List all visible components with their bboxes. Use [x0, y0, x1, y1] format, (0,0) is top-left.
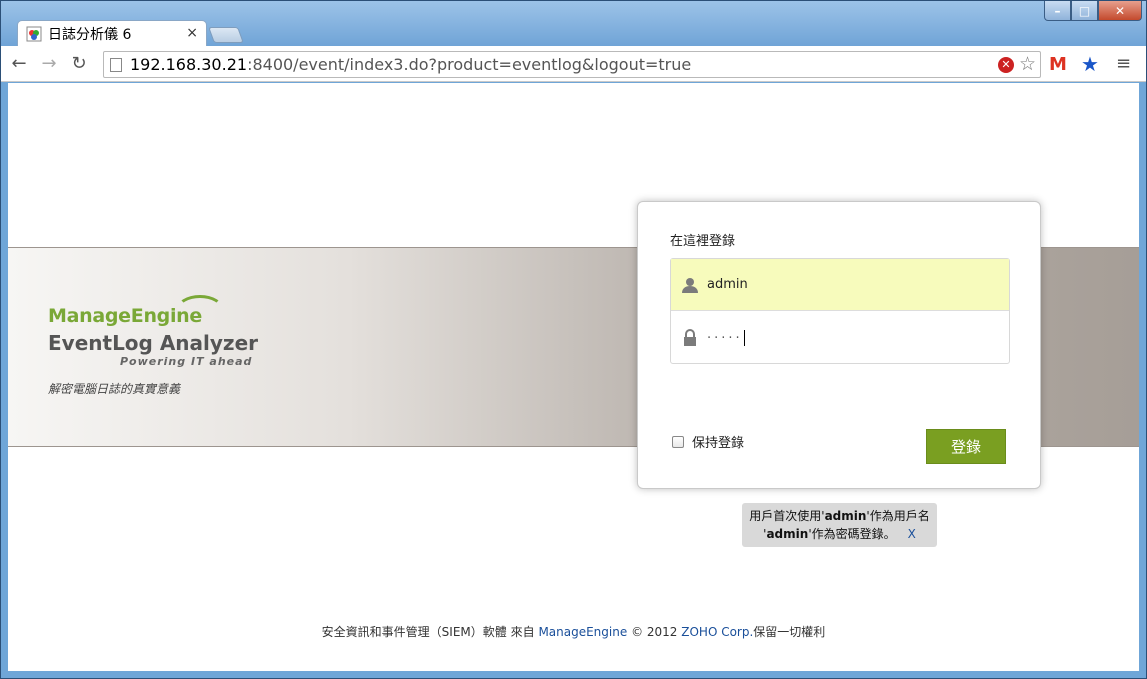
username-value: admin [707, 277, 748, 292]
tab-close-icon[interactable]: × [186, 25, 198, 41]
logo-arc-icon [176, 295, 224, 325]
manageengine-logo: ManageEngine [48, 305, 258, 327]
username-field[interactable]: admin [671, 259, 1009, 311]
browser-tab[interactable]: 日誌分析儀 6 × [17, 20, 207, 47]
hint-close-button[interactable]: X [908, 527, 916, 541]
title-bar: – □ ✕ 日誌分析儀 6 × [1, 1, 1146, 47]
bookmark-star-icon[interactable]: ☆ [1019, 53, 1036, 75]
hint-text: '作為密碼登錄。 [808, 527, 896, 541]
hint-username: admin [824, 509, 867, 523]
hint-line-1: 用戶首次使用'admin'作為用戶名 [742, 507, 937, 525]
browser-toolbar: ← → ↻ 192.168.30.21:8400/event/index3.do… [1, 46, 1146, 82]
footer-text: 來自 [510, 625, 535, 639]
menu-icon[interactable]: ≡ [1116, 53, 1131, 74]
forward-arrow-icon[interactable]: → [37, 52, 61, 76]
hint-text: '作為用戶名 [866, 509, 930, 523]
favicon-icon [26, 26, 42, 42]
blocked-icon[interactable]: ✕ [998, 57, 1014, 73]
zoho-link[interactable]: ZOHO Corp. [681, 625, 753, 639]
login-title: 在這裡登錄 [670, 234, 736, 249]
hint-text: 用戶首次使用' [749, 509, 825, 523]
page-content: ManageEngine EventLog Analyzer Powering … [8, 83, 1139, 671]
text-caret [743, 330, 745, 346]
footer-rights: 保留一切權利 [753, 625, 826, 639]
keep-signed-in-label: 保持登錄 [692, 436, 745, 451]
browser-window: – □ ✕ 日誌分析儀 6 × ← → ↻ 192.168.30.21:8400… [0, 0, 1147, 679]
password-field[interactable]: ····· [671, 312, 1009, 364]
product-name: EventLog Analyzer [48, 331, 258, 355]
gmail-icon[interactable]: M [1049, 54, 1067, 75]
url-host: 192.168.30.21 [130, 55, 248, 74]
page-icon [110, 57, 122, 72]
footer: 安全資訊和事件管理（SIEM）軟體 來自 ManageEngine © 2012… [8, 623, 1139, 640]
bookmarks-star-icon[interactable]: ★ [1081, 52, 1099, 76]
window-controls: – □ ✕ [1044, 1, 1142, 21]
hint-password: admin [766, 527, 809, 541]
hint-line-2: 'admin'作為密碼登錄。 X [742, 525, 937, 543]
address-bar[interactable]: 192.168.30.21:8400/event/index3.do?produ… [103, 51, 1041, 78]
powering-tagline: Powering IT ahead [120, 355, 253, 368]
login-panel: 在這裡登錄 admin ····· 保持登錄 登錄 [637, 201, 1041, 489]
login-fields: admin ····· [670, 258, 1010, 364]
reload-icon[interactable]: ↻ [67, 52, 91, 76]
footer-copyright: © 2012 [631, 625, 678, 639]
lock-icon [681, 329, 699, 347]
product-tagline: 解密電腦日誌的真實意義 [48, 382, 181, 396]
logo-manage: Manage [48, 305, 131, 327]
tab-title: 日誌分析儀 6 [48, 27, 132, 43]
footer-text: 安全資訊和事件管理（SIEM）軟體 [321, 625, 507, 639]
keep-signed-in-checkbox[interactable] [672, 435, 684, 448]
login-button[interactable]: 登錄 [926, 429, 1006, 464]
maximize-button[interactable]: □ [1071, 1, 1098, 21]
back-arrow-icon[interactable]: ← [7, 52, 31, 76]
password-mask: ····· [707, 330, 743, 346]
new-tab-button[interactable] [208, 27, 244, 43]
product-logo: ManageEngine EventLog Analyzer Powering … [48, 295, 258, 397]
first-login-hint: 用戶首次使用'admin'作為用戶名 'admin'作為密碼登錄。 X [742, 503, 937, 547]
url-path: :8400/event/index3.do?product=eventlog&l… [247, 55, 692, 74]
keep-signed-in[interactable]: 保持登錄 [672, 432, 744, 451]
user-icon [681, 276, 699, 294]
minimize-button[interactable]: – [1044, 1, 1071, 21]
close-window-button[interactable]: ✕ [1098, 1, 1142, 21]
manageengine-link[interactable]: ManageEngine [538, 625, 627, 639]
